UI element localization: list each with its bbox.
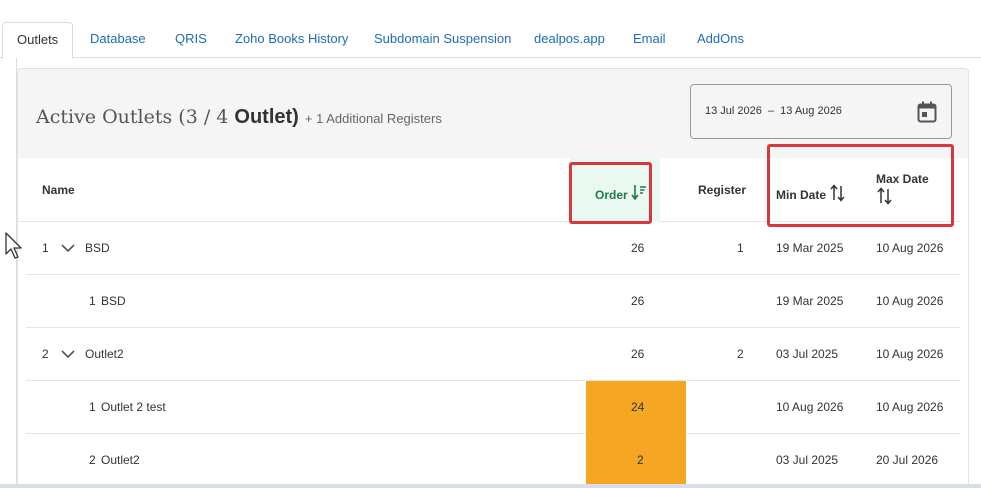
min-date: 03 Jul 2025 <box>776 453 839 467</box>
min-date: 19 Mar 2025 <box>776 241 844 255</box>
tab-qris[interactable]: QRIS <box>175 22 207 58</box>
order-count: 26 <box>631 347 645 361</box>
outlet-name: BSD <box>85 241 110 255</box>
tab-dealpos-app[interactable]: dealpos.app <box>534 22 605 58</box>
order-count: 26 <box>631 294 645 308</box>
register-name: Outlet 2 test <box>101 400 166 414</box>
table-row[interactable]: 1 BSD 26 19 Mar 2025 10 Aug 2026 <box>26 275 960 328</box>
row-number: 2 <box>42 347 49 361</box>
tab-outlets[interactable]: Outlets <box>2 22 74 59</box>
register-count: 1 <box>737 241 744 255</box>
tab-bar: Outlets Database QRIS Zoho Books History… <box>0 22 981 59</box>
order-cell-highlight <box>586 434 686 484</box>
table-row[interactable]: 2 Outlet2 2 03 Jul 2025 20 Jul 2026 <box>26 434 960 487</box>
title-prefix: Active Outlets (3 / 4 <box>36 106 229 128</box>
outlet-name: Outlet2 <box>85 347 124 361</box>
additional-registers: + 1 Additional Registers <box>304 111 442 126</box>
bottom-strip <box>0 484 981 488</box>
annotation-box-order <box>569 162 652 224</box>
row-number: 1 <box>89 400 96 414</box>
tab-zoho-books-history[interactable]: Zoho Books History <box>235 22 348 58</box>
row-number: 1 <box>89 294 96 308</box>
max-date: 20 Jul 2026 <box>876 453 939 467</box>
row-number: 2 <box>89 453 96 467</box>
page-title: Active Outlets (3 / 4 Outlet) + 1 Additi… <box>36 106 442 129</box>
register-name: BSD <box>101 294 126 308</box>
max-date: 10 Aug 2026 <box>876 241 944 255</box>
column-header-register[interactable]: Register <box>698 183 746 197</box>
tab-addons[interactable]: AddOns <box>697 22 744 58</box>
date-range-picker[interactable]: 13 Jul 2026 – 13 Aug 2026 <box>690 84 952 139</box>
row-number: 1 <box>42 241 49 255</box>
tab-subdomain-suspension[interactable]: Subdomain Suspension <box>374 22 511 58</box>
date-end: 13 Aug 2026 <box>780 105 842 117</box>
min-date: 10 Aug 2026 <box>776 400 844 414</box>
chevron-down-icon[interactable] <box>61 243 75 253</box>
date-range-text: 13 Jul 2026 – 13 Aug 2026 <box>705 105 842 117</box>
table-row[interactable]: 2 Outlet2 26 2 03 Jul 2025 10 Aug 2026 <box>26 328 960 381</box>
table-row[interactable]: 1 BSD 26 1 19 Mar 2025 10 Aug 2026 <box>26 222 960 275</box>
date-start: 13 Jul 2026 <box>705 105 762 117</box>
tab-email[interactable]: Email <box>633 22 666 58</box>
register-count: 2 <box>737 347 744 361</box>
max-date: 10 Aug 2026 <box>876 347 944 361</box>
title-bold: Outlet) <box>234 106 299 128</box>
order-count: 2 <box>637 453 644 467</box>
min-date: 03 Jul 2025 <box>776 347 839 361</box>
min-date: 19 Mar 2025 <box>776 294 844 308</box>
order-count: 26 <box>631 241 645 255</box>
table-row[interactable]: 1 Outlet 2 test 24 10 Aug 2026 10 Aug 20… <box>26 381 960 434</box>
annotation-box-dates <box>767 144 954 227</box>
max-date: 10 Aug 2026 <box>876 294 944 308</box>
register-name: Outlet2 <box>101 453 140 467</box>
max-date: 10 Aug 2026 <box>876 400 944 414</box>
calendar-icon[interactable] <box>917 101 937 123</box>
mouse-cursor-icon <box>5 232 22 259</box>
order-count: 24 <box>631 400 645 414</box>
column-header-name[interactable]: Name <box>42 183 75 197</box>
date-separator: – <box>767 105 775 117</box>
chevron-down-icon[interactable] <box>61 349 75 359</box>
tab-database[interactable]: Database <box>90 22 146 58</box>
